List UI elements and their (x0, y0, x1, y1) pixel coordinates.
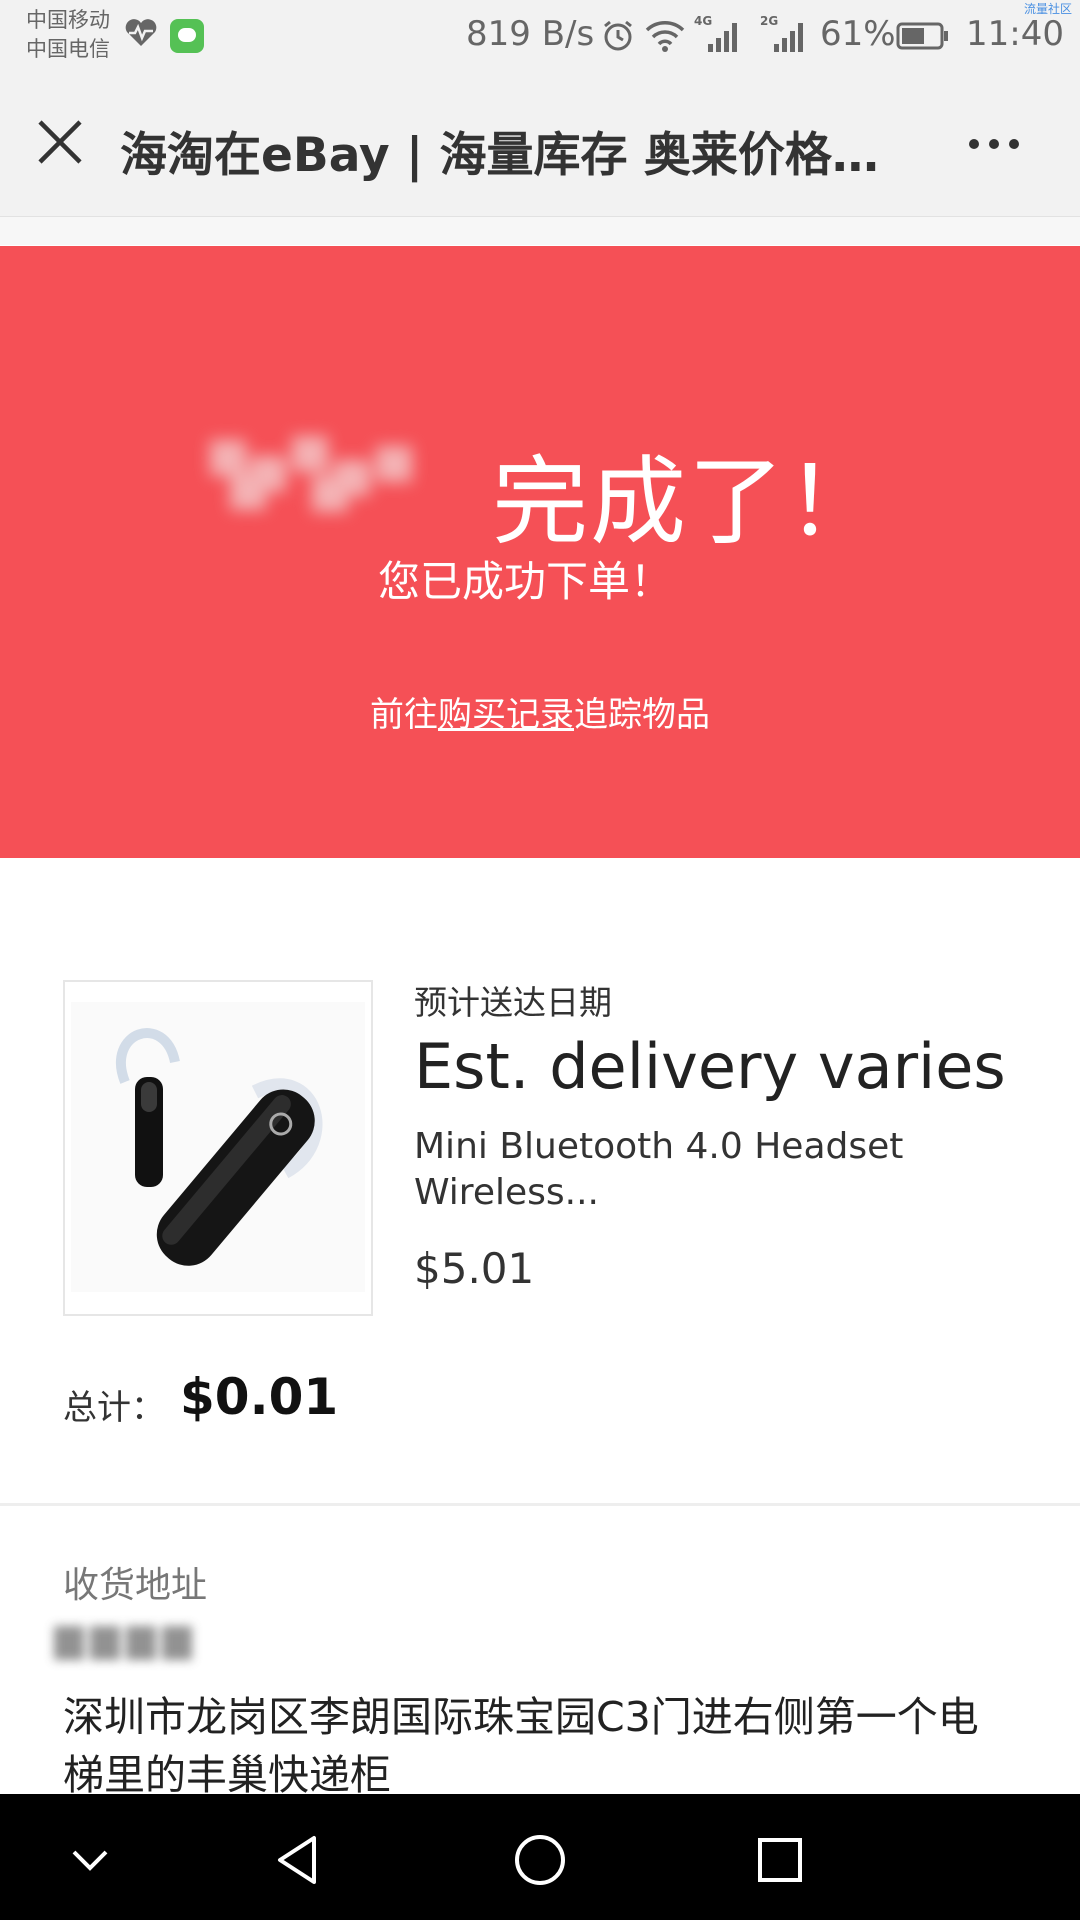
message-app-icon (170, 19, 204, 53)
status-bar: 中国移动 中国电信 819 B/s 4G 2G 61% 11:40 流量社区 (0, 0, 1080, 74)
address-line-1: 深圳市龙岗区李朗国际珠宝园C3门进右侧第一个电 (63, 1693, 979, 1741)
shipping-address-text: 深圳市龙岗区李朗国际珠宝园C3门进右侧第一个电 梯里的丰巢快递柜 (63, 1688, 1023, 1804)
item-title-line-1: Mini Bluetooth 4.0 Headset (414, 1126, 904, 1167)
product-image[interactable] (63, 980, 373, 1316)
wifi-icon (645, 21, 685, 52)
top-spacer (0, 217, 1080, 245)
item-price: $5.01 (414, 1244, 535, 1293)
item-title[interactable]: Mini Bluetooth 4.0 Headset Wireless... (414, 1124, 974, 1216)
back-triangle-icon[interactable] (268, 1828, 332, 1892)
section-divider (0, 1503, 1080, 1506)
total-value: $0.01 (180, 1368, 339, 1426)
success-headline: 完成了！ (492, 446, 884, 558)
network-speed: 819 B/s (466, 14, 595, 54)
clock: 11:40 (966, 14, 1064, 54)
order-success-banner: 完成了！ 您已成功下单！ 前往购买记录追踪物品 (0, 246, 1080, 858)
redacted-username (200, 426, 440, 516)
track-suffix: 追踪物品 (574, 695, 710, 735)
close-icon[interactable] (36, 118, 84, 166)
battery-percent: 61% (820, 14, 896, 54)
success-subtitle: 您已成功下单！ (377, 557, 672, 606)
page-title: 海淘在eBay | 海量库存 奥莱价格… (120, 128, 879, 183)
delivery-label: 预计送达日期 (414, 983, 612, 1022)
watermark: 流量社区 (1023, 2, 1072, 16)
battery-icon (896, 22, 948, 50)
shipping-address-label: 收货地址 (63, 1565, 208, 1606)
chevron-down-icon[interactable] (58, 1828, 122, 1892)
title-bar: 海淘在eBay | 海量库存 奥莱价格… (0, 74, 1080, 217)
signal-2g-icon (774, 23, 803, 52)
home-circle-icon[interactable] (508, 1828, 572, 1892)
alarm-icon (604, 20, 632, 51)
carrier-2: 中国电信 (26, 37, 110, 61)
item-title-line-2: Wireless... (414, 1172, 599, 1213)
track-order-line: 前往购买记录追踪物品 (0, 687, 1080, 736)
more-options-icon[interactable] (966, 136, 1022, 152)
carrier-1: 中国移动 (26, 8, 110, 32)
redacted-recipient-name (50, 1612, 210, 1676)
track-prefix: 前往 (370, 695, 438, 735)
carrier-info: 中国移动 中国电信 (26, 6, 110, 64)
system-nav-bar (0, 1794, 1080, 1920)
health-heart-icon (125, 19, 157, 46)
signal-4g-icon (708, 23, 737, 52)
delivery-value: Est. delivery varies (414, 1030, 1006, 1103)
total-label: 总计： (63, 1388, 165, 1428)
recents-square-icon[interactable] (748, 1828, 812, 1892)
purchase-history-link[interactable]: 购买记录 (438, 695, 574, 735)
bluetooth-headset-image (71, 1002, 365, 1292)
